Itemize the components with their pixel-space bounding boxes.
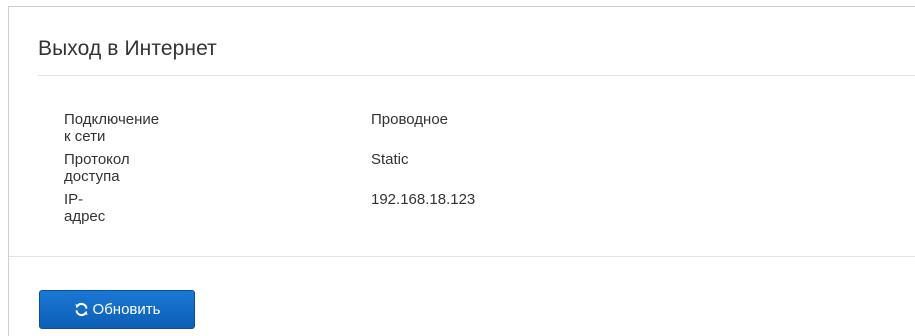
protocol-label: Протокол доступа <box>64 151 130 185</box>
divider <box>38 75 915 76</box>
refresh-button[interactable]: Обновить <box>39 290 195 329</box>
network-value: Проводное <box>371 111 448 128</box>
refresh-icon <box>74 302 89 317</box>
ip-value: 192.168.18.123 <box>371 191 476 208</box>
panel-title: Выход в Интернет <box>38 37 217 60</box>
protocol-value: Static <box>371 151 409 168</box>
divider <box>9 256 915 257</box>
internet-panel: Выход в Интернет Подключение к сети Пров… <box>8 6 915 336</box>
network-label: Подключение к сети <box>64 111 160 145</box>
refresh-label: Обновить <box>92 301 161 318</box>
ip-label: IP-адрес <box>64 191 106 225</box>
